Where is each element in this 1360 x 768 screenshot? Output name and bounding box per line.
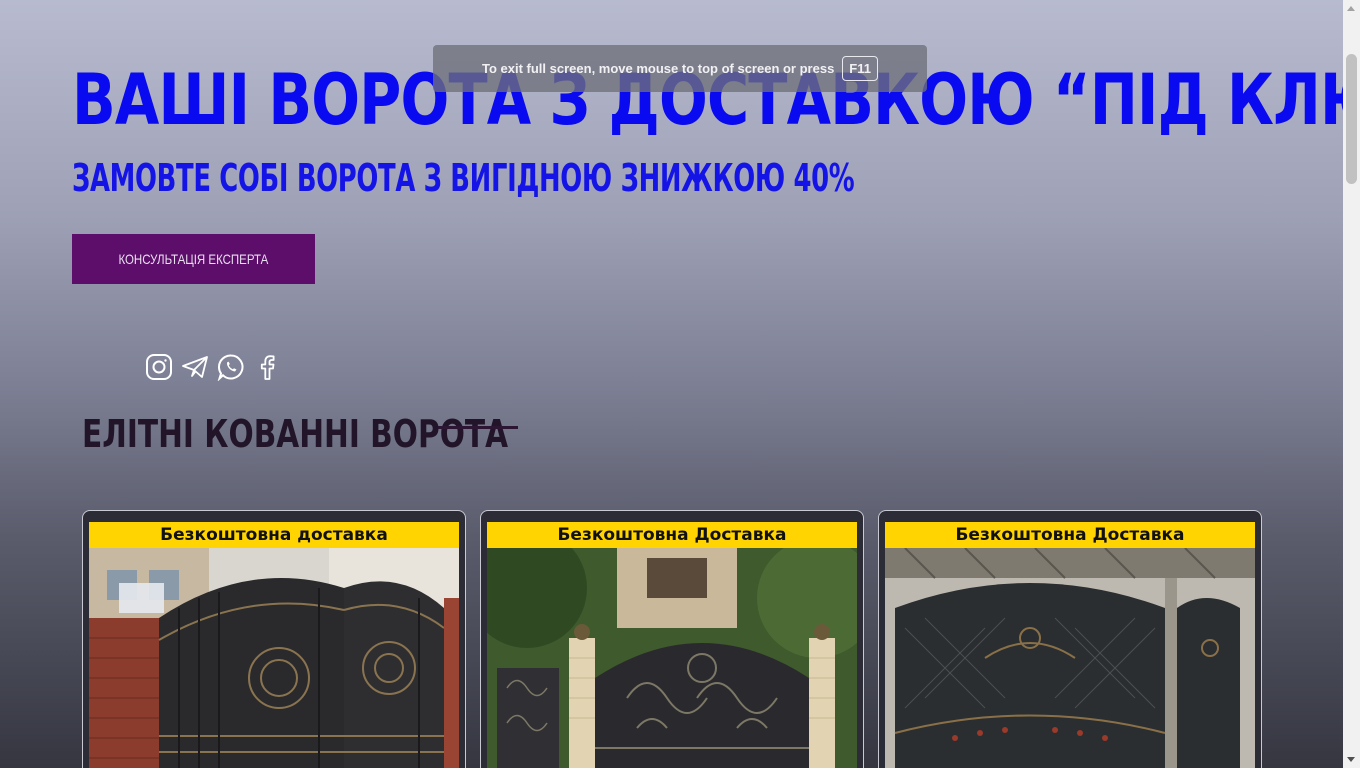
product-card[interactable]: Безкоштовна доставка: [82, 510, 466, 768]
gate-image: [885, 548, 1255, 768]
whatsapp-link[interactable]: [217, 352, 245, 382]
gate-photo: Безкоштовна доставка: [89, 522, 459, 768]
scroll-thumb[interactable]: [1346, 54, 1357, 184]
f11-key-badge: F11: [842, 56, 878, 81]
section-title: ЕЛІТНІ КОВАННІ ВОРОТА: [82, 412, 509, 456]
gate-image: [487, 548, 857, 768]
landing-page: ВАШІ ВОРОТА З ДОСТАВКОЮ “ПІД КЛЮЧ” ЗАМОВ…: [0, 0, 1343, 768]
fullscreen-exit-notice: To exit full screen, move mouse to top o…: [433, 45, 927, 92]
section-divider: [438, 426, 518, 429]
expert-consultation-button[interactable]: КОНСУЛЬТАЦІЯ ЕКСПЕРТА: [72, 234, 315, 284]
gate-photo: Безкоштовна Доставка: [885, 522, 1255, 768]
product-card[interactable]: Безкоштовна Доставка: [878, 510, 1262, 768]
free-delivery-banner: Безкоштовна доставка: [89, 522, 459, 548]
gate-photo: Безкоштовна Доставка: [487, 522, 857, 768]
whatsapp-icon: [217, 354, 244, 381]
hero-subtitle: ЗАМОВТЕ СОБІ ВОРОТА З ВИГІДНОЮ ЗНИЖКОЮ 4…: [72, 156, 855, 200]
facebook-icon: [260, 355, 275, 380]
gate-image: [89, 548, 459, 768]
free-delivery-banner: Безкоштовна Доставка: [487, 522, 857, 548]
free-delivery-banner: Безкоштовна Доставка: [885, 522, 1255, 548]
telegram-icon: [182, 356, 208, 378]
expert-consultation-label: КОНСУЛЬТАЦІЯ ЕКСПЕРТА: [118, 251, 269, 267]
vertical-scrollbar[interactable]: [1343, 0, 1360, 768]
instagram-icon: [146, 354, 172, 380]
instagram-link[interactable]: [145, 352, 173, 382]
product-card[interactable]: Безкоштовна Доставка: [480, 510, 864, 768]
scroll-up-arrow-icon[interactable]: [1347, 6, 1355, 11]
facebook-link[interactable]: [253, 352, 281, 382]
social-links: [145, 352, 281, 382]
scroll-down-arrow-icon[interactable]: [1347, 757, 1355, 762]
fullscreen-notice-text: To exit full screen, move mouse to top o…: [482, 61, 835, 76]
telegram-link[interactable]: [181, 352, 209, 382]
